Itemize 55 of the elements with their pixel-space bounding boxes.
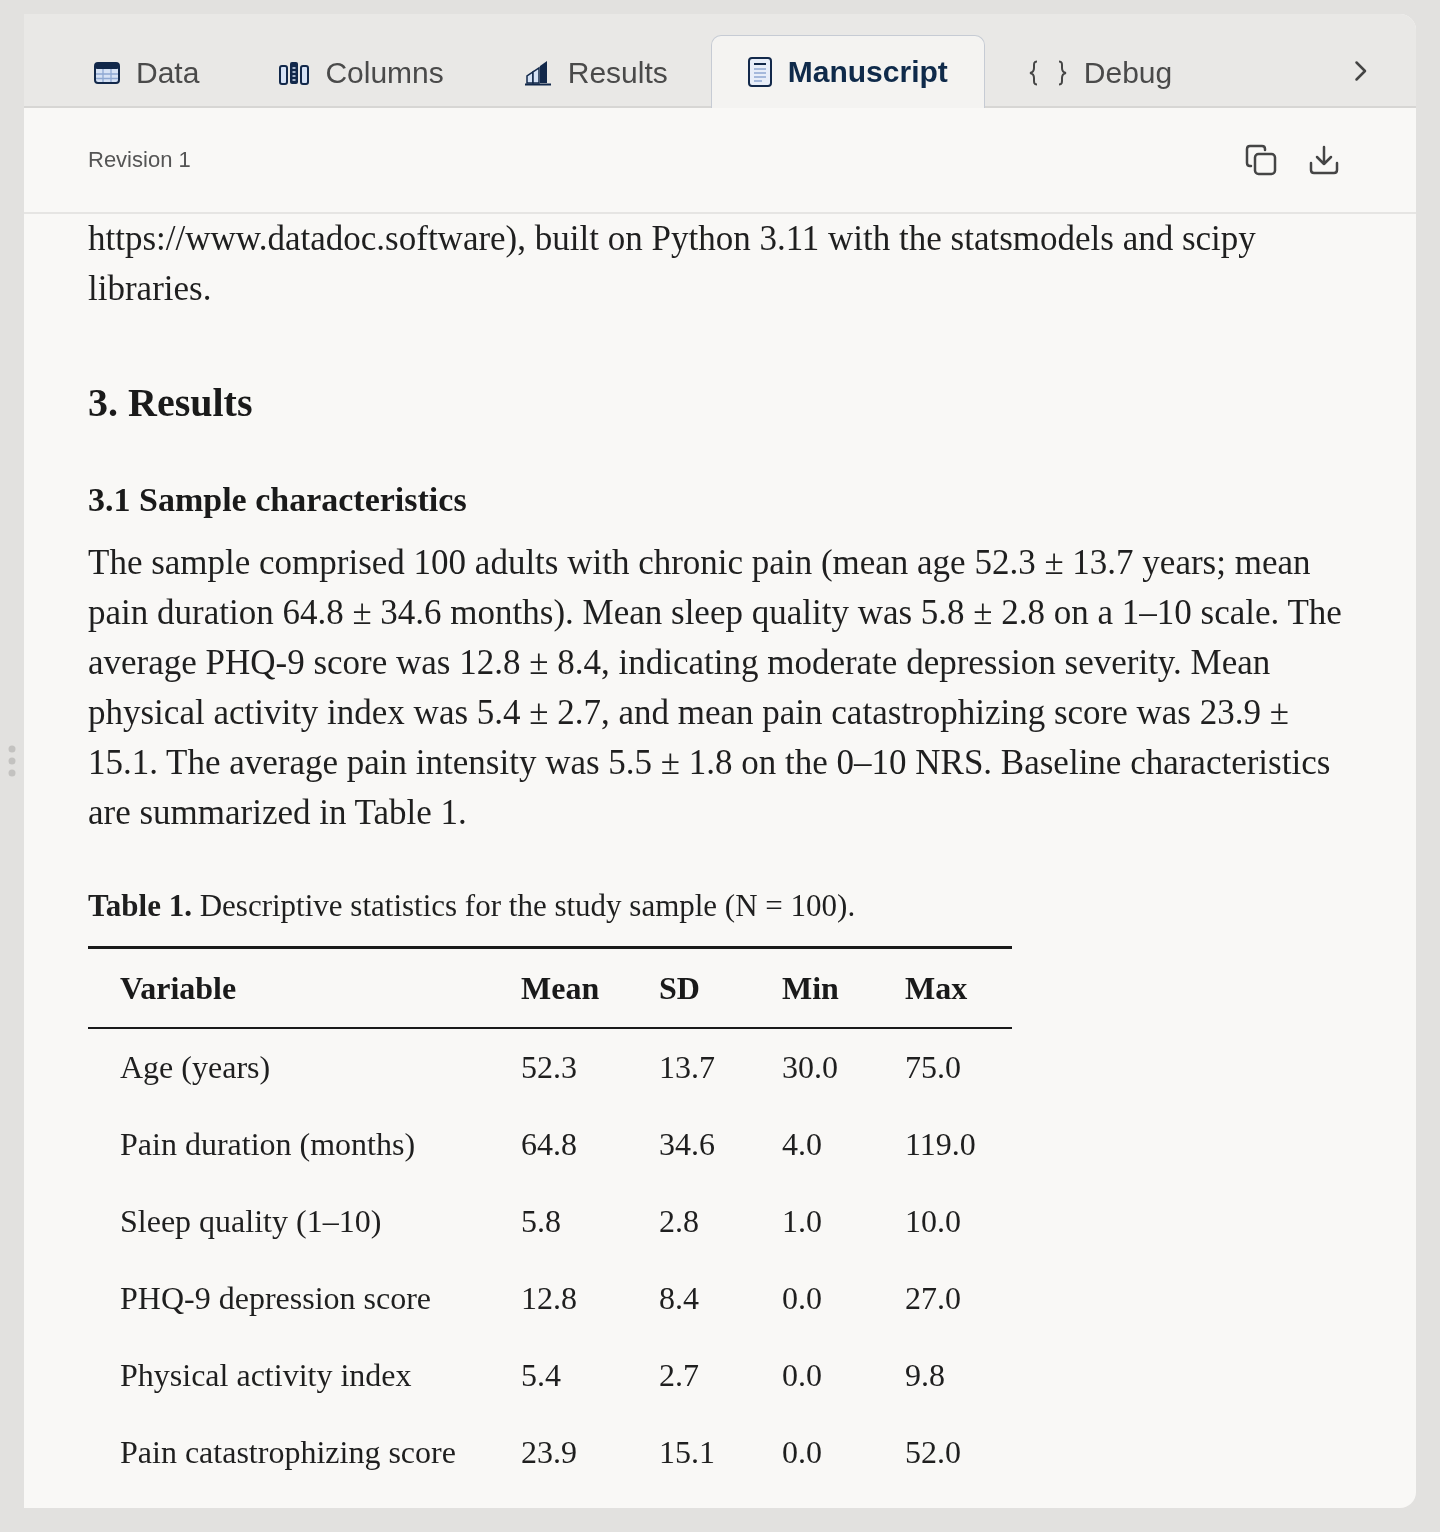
copy-icon[interactable] (1245, 144, 1277, 176)
body-paragraph: https://www.datadoc.software), built on Python 3.11 with the statsmodels and scipy libraries. (88, 218, 1257, 310)
table-cell-text: 15.1 (658, 1433, 716, 1472)
table-cell-text: 52.0 (904, 1433, 962, 1472)
tab[interactable]: Data (57, 37, 237, 108)
table-cell-text: PHQ-9 depression score (119, 1279, 433, 1318)
column-header: Variable (88, 947, 489, 1028)
table-cell-text: 23.9 (520, 1433, 578, 1472)
drag-handle-icon[interactable] (8, 745, 16, 777)
table-cell-text: 12.8 (520, 1279, 578, 1318)
table-cell-text: 0.0 (781, 1433, 823, 1472)
braces-icon (1027, 60, 1068, 86)
table-cell-text: Physical activity index (119, 1356, 413, 1395)
table-cell: 75.0 (873, 1028, 1012, 1106)
table-cell-text: 0.0 (781, 1279, 823, 1318)
revision-label: Revision 1 (88, 147, 191, 173)
subsection-heading: 3.1 Sample characteristics (88, 480, 468, 520)
table-cell-text: 27.0 (904, 1279, 962, 1318)
column-header: Max (873, 947, 1012, 1028)
download-icon[interactable] (1309, 145, 1339, 175)
table-cell-text: 5.4 (520, 1356, 562, 1395)
column-header: SD (627, 947, 750, 1028)
table-cell-text: 8.4 (658, 1279, 700, 1318)
table-cell-text: 34.6 (658, 1125, 716, 1164)
tab[interactable]: Results (486, 37, 705, 108)
tab[interactable]: Debug (990, 37, 1210, 108)
table-cell-text: 64.8 (520, 1125, 578, 1164)
table-cell-text: 2.8 (658, 1202, 700, 1241)
column-header: Mean (489, 947, 627, 1028)
table-cell: 13.7 (627, 1028, 750, 1106)
tab[interactable]: Manuscript (710, 35, 985, 108)
document-icon (747, 57, 772, 87)
table-cell: 30.0 (750, 1028, 873, 1106)
table-cell-text: Pain duration (months) (119, 1125, 417, 1164)
bar-chart-icon (523, 60, 552, 86)
table-cell-text: 10.0 (904, 1202, 962, 1241)
table-cell-text: 0.0 (781, 1356, 823, 1395)
table-cell-text: 2.7 (658, 1356, 700, 1395)
table-cell: 52.3 (489, 1028, 627, 1106)
section-heading: 3. Results (88, 379, 254, 427)
table-caption: Table 1. Descriptive statistics for the study sample (N = 100). (88, 887, 857, 925)
table-cell-text: Pain catastrophizing score (119, 1433, 457, 1472)
body-paragraph: The sample comprised 100 adults with chronic pain (mean age 52.3 ± 13.7 years; mean pain duration 64.8 ± 34.6 months). Mean sleep quality was 5.8 ± 2.8 on a 1–10 scale. The average PHQ-9 score was 12.8 ± 8.4, indicating moderate depression severity. Mean physical activity index was 5.4 ± 2.7, and mean pain catastrophizing score was 23.9 ± 15.1. The average pain intensity was 5.5 ± 1.8 on the 0–10 NRS. Baseline characteristics are summarized in Table 1. (88, 542, 1343, 834)
chevron-right-icon[interactable] (1354, 59, 1368, 82)
table-cell-text: 119.0 (904, 1125, 977, 1164)
table-cell-text: Sleep quality (1–10) (119, 1202, 383, 1241)
column-header: Min (750, 947, 873, 1028)
table-icon (94, 62, 120, 84)
table-cell: Age (years) (88, 1028, 489, 1106)
table-cell-text: 9.8 (904, 1356, 946, 1395)
columns-icon (279, 61, 310, 85)
table-cell-text: 4.0 (781, 1125, 823, 1164)
tab[interactable]: Columns (242, 37, 481, 108)
table-cell-text: 5.8 (520, 1202, 562, 1241)
table-cell-text: 1.0 (781, 1202, 823, 1241)
